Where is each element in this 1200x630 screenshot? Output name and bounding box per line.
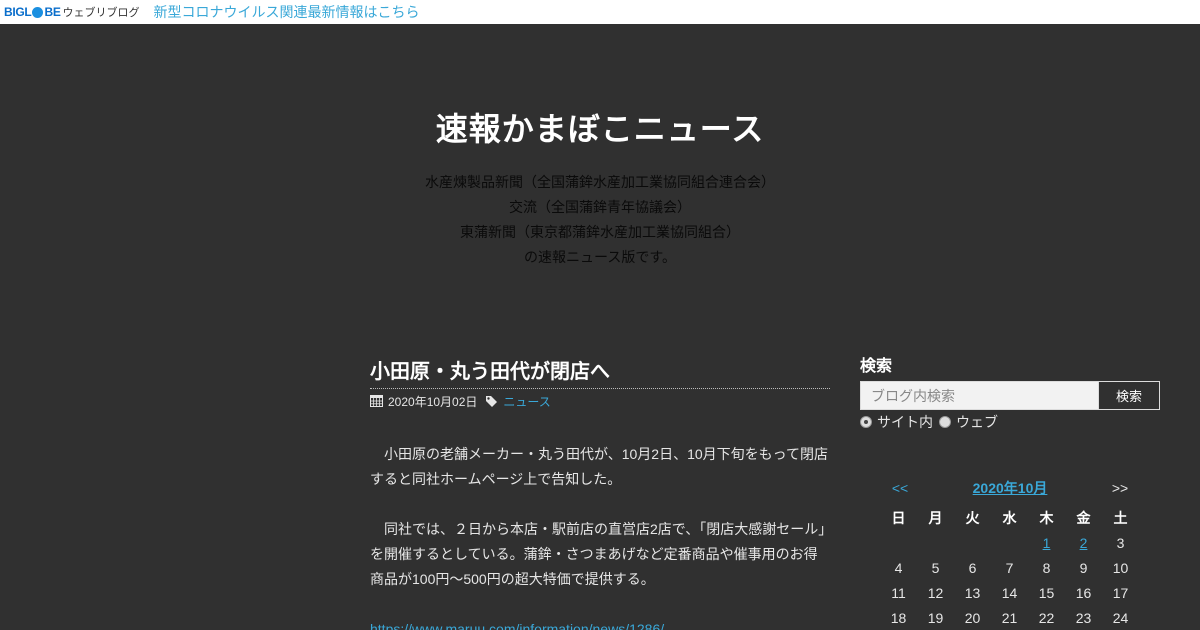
biglobe-logo[interactable]: BIGL BE ウェブリブログ <box>4 0 140 24</box>
calendar-day: 10 <box>1112 560 1129 576</box>
covid-notice-link[interactable]: 新型コロナウイルス関連最新情報はこちら <box>154 2 420 22</box>
post-paragraph: 同社では、２日から本店・駅前店の直営店2店で、「閉店大感謝セール」を開催するとし… <box>370 521 826 587</box>
radio-web-label: ウェブ <box>956 414 998 430</box>
search-heading: 検索 <box>860 358 893 375</box>
site-description: 水産煉製品新聞（全国蒲鉾水産加工業協同組合連合会） 交流（全国蒲鉾青年協議会） … <box>0 170 1200 270</box>
calendar-empty-cell <box>954 531 991 556</box>
calendar-day: 12 <box>927 585 944 601</box>
post-paragraph: 小田原の老舗メーカー・丸う田代が、10月2日、10月下旬をもって閉店すると同社ホ… <box>370 446 828 487</box>
calendar-day: 21 <box>1001 610 1018 626</box>
logo-text-be: BE <box>44 5 61 19</box>
calendar-next-link[interactable]: >> <box>1100 480 1140 496</box>
post-meta: 2020年10月02日 ニュース <box>370 393 830 409</box>
search-scope: サイト内 ウェブ <box>860 413 1160 431</box>
site-description-line: の速報ニュース版です。 <box>524 249 676 265</box>
site-title[interactable]: 速報かまぼこニュース <box>0 104 1200 150</box>
site-header: 速報かまぼこニュース 水産煉製品新聞（全国蒲鉾水産加工業協同組合連合会） 交流（… <box>0 24 1200 270</box>
sidebar: 検索 検索 サイト内 ウェブ <box>860 355 1160 431</box>
calendar-empty-cell <box>917 531 954 556</box>
calendar-weekday: 水 <box>1002 510 1017 526</box>
calendar-day: 22 <box>1038 610 1055 626</box>
calendar-day: 5 <box>931 560 940 576</box>
calendar-day: 20 <box>964 610 981 626</box>
logo-subtitle: ウェブリブログ <box>62 7 140 19</box>
calendar-day: 7 <box>1005 560 1014 576</box>
search-button[interactable]: 検索 <box>1099 381 1160 410</box>
calendar-empty-cell <box>991 531 1028 556</box>
calendar-day[interactable]: 2 <box>1065 531 1102 556</box>
calendar-weekday: 火 <box>965 510 980 526</box>
calendar-weekday: 金 <box>1076 510 1091 526</box>
calendar-day: 23 <box>1075 610 1092 626</box>
calendar-day: 18 <box>890 610 907 626</box>
calendar-day: 13 <box>964 585 981 601</box>
logo-dot-icon <box>32 6 44 18</box>
search-input[interactable] <box>860 381 1099 410</box>
calendar-weekday: 木 <box>1039 510 1054 526</box>
calendar-day: 16 <box>1075 585 1092 601</box>
calendar-day: 8 <box>1042 560 1051 576</box>
calendar-weekday: 土 <box>1113 510 1128 526</box>
site-description-line: 東蒲新聞（東京都蒲鉾水産加工業協同組合） <box>460 224 740 240</box>
calendar-grid: 日月火水木金土 1 2 3 4 5 6 7 8 9 10 11 12 13 14 15 16 17 18 19 20 21… <box>880 506 1140 630</box>
site-description-line: 水産煉製品新聞（全国蒲鉾水産加工業協同組合連合会） <box>425 174 775 190</box>
calendar-weekday: 月 <box>928 510 943 526</box>
calendar-day: 9 <box>1079 560 1088 576</box>
post-title[interactable]: 小田原・丸う田代が閉店へ <box>370 355 830 389</box>
post-body: 小田原の老舗メーカー・丸う田代が、10月2日、10月下旬をもって閉店すると同社ホ… <box>370 442 830 630</box>
post-external-link[interactable]: https://www.maruu.com/information/news/1… <box>370 621 664 630</box>
calendar-day: 17 <box>1112 585 1129 601</box>
calendar-prev-link[interactable]: << <box>880 480 920 496</box>
calendar-day: 15 <box>1038 585 1055 601</box>
tag-icon <box>486 395 498 407</box>
calendar-widget: << 2020年10月 >> 日月火水木金土 1 2 3 4 5 6 7 8 9 10 11 12 13 1… <box>880 476 1140 630</box>
calendar-day: 4 <box>894 560 903 576</box>
calendar-day: 24 <box>1112 610 1129 626</box>
calendar-day: 6 <box>968 560 977 576</box>
calendar-month-link[interactable]: 2020年10月 <box>973 478 1048 498</box>
site-description-line: 交流（全国蒲鉾青年協議会） <box>509 199 691 215</box>
calendar-day: 19 <box>927 610 944 626</box>
calendar-empty-cell <box>880 531 917 556</box>
top-bar: BIGL BE ウェブリブログ 新型コロナウイルス関連最新情報はこちら <box>0 0 1200 24</box>
search-form: 検索 <box>860 381 1160 410</box>
calendar-day: 3 <box>1116 535 1125 551</box>
post-date: 2020年10月02日 <box>388 394 478 409</box>
radio-site-label: サイト内 <box>877 414 933 430</box>
post-category-link[interactable]: ニュース <box>503 393 550 410</box>
radio-site[interactable] <box>860 416 872 428</box>
post-article: 小田原・丸う田代が閉店へ 2020年10月02日 ニュース 小田原の老舗メーカー… <box>370 355 830 630</box>
logo-text-bigl: BIGL <box>4 5 32 19</box>
calendar-header: << 2020年10月 >> <box>880 476 1140 500</box>
calendar-day: 11 <box>891 585 906 601</box>
calendar-icon <box>370 395 383 407</box>
calendar-weekday: 日 <box>891 510 906 526</box>
calendar-day: 14 <box>1001 585 1018 601</box>
calendar-day[interactable]: 1 <box>1028 531 1065 556</box>
radio-web[interactable] <box>939 416 951 428</box>
